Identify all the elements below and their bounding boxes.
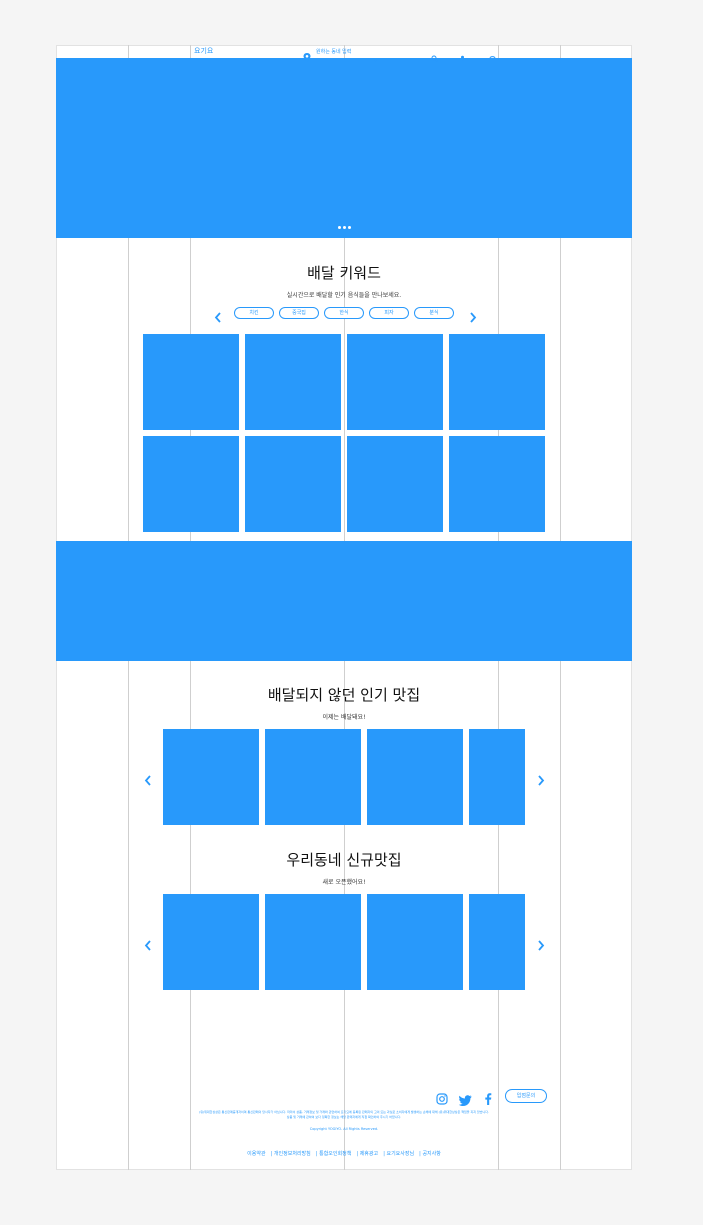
keyword-section-subtitle: 실시간으로 배달할 인기 음식들을 만나보세요. (286, 292, 402, 299)
copyright: Copyright YOGIYO. All Rights Reserved. (309, 1127, 379, 1131)
restaurant-card[interactable] (163, 894, 259, 990)
footer-link-owner[interactable]: 요기요사장님 (386, 1151, 414, 1157)
carousel-dot[interactable] (338, 226, 341, 229)
keyword-card[interactable] (449, 436, 545, 532)
facebook-icon[interactable] (484, 1090, 492, 1105)
restaurant-card[interactable] (469, 729, 525, 825)
popular-section-subtitle: 이제는 배달돼요! (322, 714, 366, 721)
keyword-card[interactable] (347, 334, 443, 430)
popular-section-title: 배달되지 않던 인기 맛집 (267, 686, 421, 704)
chevron-down-icon[interactable] (373, 48, 378, 62)
keyword-card[interactable] (143, 436, 239, 532)
chevron-left-icon[interactable] (144, 936, 152, 951)
headset-icon[interactable] (489, 47, 496, 61)
keyword-pill-korean[interactable]: 한식 (324, 307, 364, 319)
hero-banner[interactable] (56, 58, 632, 238)
chevron-right-icon[interactable] (537, 771, 545, 786)
keyword-card[interactable] (143, 334, 239, 430)
twitter-icon[interactable] (458, 1091, 472, 1106)
restaurant-card[interactable] (163, 729, 259, 825)
footer-link-terms[interactable]: 이용약관 (247, 1151, 265, 1157)
contact-button[interactable]: 입점문의 (505, 1089, 547, 1103)
keyword-card[interactable] (449, 334, 545, 430)
promo-banner[interactable] (56, 541, 632, 661)
restaurant-card[interactable] (469, 894, 525, 990)
restaurant-card[interactable] (367, 894, 463, 990)
keyword-pill-pizza[interactable]: 피자 (369, 307, 409, 319)
footer-link-privacy[interactable]: 개인정보처리방침 (274, 1151, 311, 1157)
user-icon[interactable] (459, 47, 466, 62)
keyword-pill-snack[interactable]: 분식 (414, 307, 454, 319)
new-section-title: 우리동네 신규맛집 (286, 851, 402, 869)
footer-link-ads[interactable]: 제휴광고 (360, 1151, 378, 1157)
keyword-card[interactable] (245, 436, 341, 532)
search-icon[interactable] (431, 47, 438, 62)
keyword-section-title: 배달 키워드 (307, 264, 381, 282)
footer-notice: (유)위대한상상은 통신판매중개자이며 통신판매의 당사자가 아닙니다. 따라서… (130, 1110, 558, 1120)
new-section-subtitle: 새로 오픈했어요! (322, 879, 366, 886)
keyword-pill-chicken[interactable]: 치킨 (234, 307, 274, 319)
chevron-right-icon[interactable] (469, 308, 477, 323)
chevron-right-icon[interactable] (537, 936, 545, 951)
location-pin-icon[interactable] (303, 47, 311, 62)
restaurant-card[interactable] (265, 894, 361, 990)
restaurant-card[interactable] (367, 729, 463, 825)
carousel-dot[interactable] (343, 226, 346, 229)
footer-link-notice[interactable]: 공지사항 (422, 1151, 440, 1157)
footer-link-policy[interactable]: 통합오인회정책 (319, 1151, 351, 1157)
chevron-left-icon[interactable] (144, 771, 152, 786)
keyword-card[interactable] (347, 436, 443, 532)
location-input[interactable]: 원하는 동네 입력 (316, 49, 351, 55)
keyword-card[interactable] (245, 334, 341, 430)
instagram-icon[interactable] (436, 1090, 448, 1105)
carousel-dot[interactable] (348, 226, 351, 229)
footer-nav: 이용약관 | 개인정보처리방침 | 통합오인회정책 | 제휴광고 | 요기요사장… (56, 1140, 632, 1159)
chevron-left-icon[interactable] (214, 308, 222, 323)
logo[interactable]: 요기요 (194, 47, 213, 55)
keyword-pill-chinese[interactable]: 중국집 (279, 307, 319, 319)
restaurant-card[interactable] (265, 729, 361, 825)
footer-notice-line: 상품 및 거래에 관하여 보다 정확한 정보는 해당 판매자에게 직접 확인하여… (286, 1115, 402, 1119)
